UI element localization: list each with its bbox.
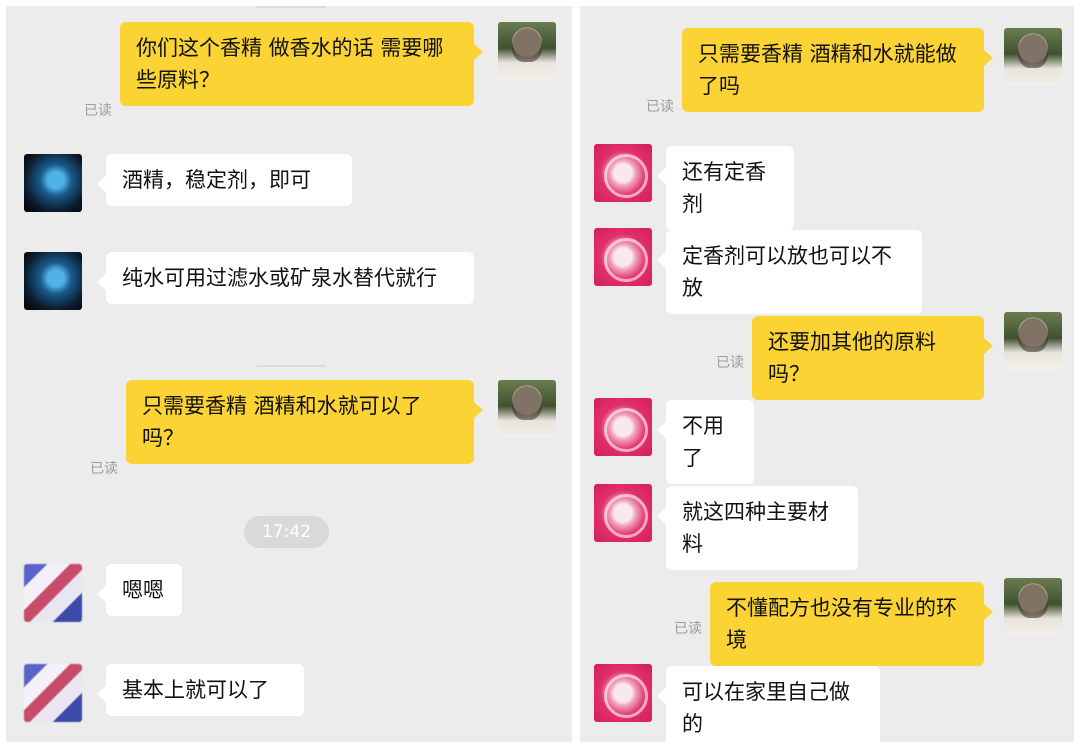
contact-avatar[interactable] [594,664,652,722]
message-text: 可以在家里自己做的 [682,680,850,736]
incoming-message-bubble[interactable]: 可以在家里自己做的 [657,666,880,742]
incoming-message-bubble[interactable]: 不用了 [657,400,754,484]
read-receipt: 已读 [716,355,744,371]
self-avatar[interactable] [1004,28,1062,86]
outgoing-message-bubble[interactable]: 只需要香精 酒精和水就可以了吗？ [126,380,483,464]
contact-avatar[interactable] [24,154,82,212]
outgoing-message-bubble[interactable]: 你们这个香精 做香水的话 需要哪些原料？ [120,22,483,106]
self-avatar[interactable] [498,22,556,80]
message-text: 不用了 [682,414,724,470]
incoming-message-bubble[interactable]: 定香剂可以放也可以不放 [657,230,922,314]
incoming-message-bubble[interactable]: 酒精，稳定剂，即可 [97,154,352,206]
message-text: 只需要香精 酒精和水就能做了吗 [698,42,957,98]
outgoing-message-bubble[interactable]: 还要加其他的原料吗？ [752,316,993,400]
contact-avatar[interactable] [594,398,652,456]
scroll-divider [256,365,326,367]
message-text: 还有定香剂 [682,160,766,216]
self-avatar[interactable] [1004,578,1062,636]
incoming-message-bubble[interactable]: 还有定香剂 [657,146,794,230]
read-receipt: 已读 [646,99,674,115]
message-text: 酒精，稳定剂，即可 [122,168,311,192]
timestamp-pill: 17:42 [244,516,329,548]
left-chat-panel[interactable]: 你们这个香精 做香水的话 需要哪些原料？ 已读 酒精，稳定剂，即可 纯水可用过滤… [6,6,572,742]
contact-avatar[interactable] [594,144,652,202]
right-chat-panel[interactable]: 只需要香精 酒精和水就能做了吗 已读 还有定香剂 定香剂可以放也可以不放 还要加… [580,6,1074,742]
read-receipt: 已读 [674,621,702,637]
contact-avatar[interactable] [24,252,82,310]
scroll-divider [256,6,326,8]
message-text: 你们这个香精 做香水的话 需要哪些原料？ [136,36,444,92]
message-text: 还要加其他的原料吗？ [768,330,936,386]
message-text: 就这四种主要材料 [682,500,829,556]
message-text: 不懂配方也没有专业的环境 [726,596,957,652]
message-text: 基本上就可以了 [122,678,269,702]
message-text: 纯水可用过滤水或矿泉水替代就行 [122,266,437,290]
contact-avatar[interactable] [24,564,82,622]
contact-avatar[interactable] [594,228,652,286]
message-text: 定香剂可以放也可以不放 [682,244,892,300]
incoming-message-bubble[interactable]: 嗯嗯 [97,564,182,616]
message-text: 只需要香精 酒精和水就可以了吗？ [142,394,422,450]
outgoing-message-bubble[interactable]: 不懂配方也没有专业的环境 [710,582,993,666]
incoming-message-bubble[interactable]: 基本上就可以了 [97,664,304,716]
contact-avatar[interactable] [24,664,82,722]
contact-avatar[interactable] [594,484,652,542]
self-avatar[interactable] [498,380,556,438]
self-avatar[interactable] [1004,312,1062,370]
incoming-message-bubble[interactable]: 纯水可用过滤水或矿泉水替代就行 [97,252,474,304]
message-text: 嗯嗯 [122,578,164,602]
read-receipt: 已读 [84,103,112,119]
incoming-message-bubble[interactable]: 就这四种主要材料 [657,486,858,570]
outgoing-message-bubble[interactable]: 只需要香精 酒精和水就能做了吗 [682,28,993,112]
read-receipt: 已读 [90,461,118,477]
